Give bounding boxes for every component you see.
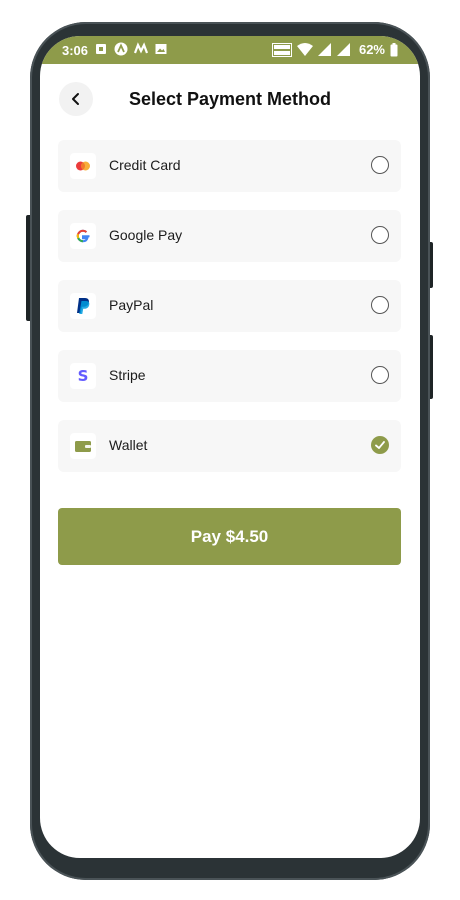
payment-method-google-pay[interactable]: Google Pay: [58, 210, 401, 262]
radio-button[interactable]: [371, 226, 389, 244]
device-stage: 3:06 62% Select Payment Method Credit Ca…: [0, 0, 460, 900]
payment-method-label: Wallet: [109, 437, 148, 453]
wifi-icon: [296, 42, 313, 56]
status-icons-left: [94, 42, 168, 56]
status-icons-right: 62%: [271, 42, 398, 57]
wallet-icon: [70, 433, 96, 459]
radio-button-selected[interactable]: [371, 436, 389, 454]
sim-icon: [96, 44, 106, 54]
app-icon-m: [134, 42, 148, 54]
signal-icon: [336, 42, 350, 56]
signal-icon: [317, 42, 331, 56]
paypal-icon: [70, 293, 96, 319]
mastercard-icon: [70, 153, 96, 179]
page-title: Select Payment Method: [128, 89, 332, 109]
status-time: 3:06: [62, 43, 89, 58]
stripe-icon: S: [70, 363, 96, 389]
screen: 3:06 62% Select Payment Method Credit Ca…: [40, 36, 420, 858]
payment-method-paypal[interactable]: PayPal: [58, 280, 401, 332]
payment-method-stripe[interactable]: S Stripe: [58, 350, 401, 402]
payment-method-credit-card[interactable]: Credit Card: [58, 140, 401, 192]
battery-percent: 62%: [358, 42, 385, 57]
payment-method-label: PayPal: [109, 297, 154, 313]
radio-button[interactable]: [371, 296, 389, 314]
radio-button[interactable]: [371, 156, 389, 174]
pay-button[interactable]: Pay $4.50: [58, 508, 401, 565]
image-icon: [155, 44, 167, 54]
battery-icon: [390, 42, 398, 56]
back-button[interactable]: [59, 82, 93, 116]
payment-method-wallet[interactable]: Wallet: [58, 420, 401, 472]
checkmark-icon: [375, 441, 385, 449]
chevron-left-icon: [72, 93, 79, 105]
radio-button[interactable]: [371, 366, 389, 384]
payment-method-label: Credit Card: [109, 157, 181, 173]
payment-method-label: Google Pay: [109, 227, 183, 243]
status-bar: 3:06 62%: [40, 36, 420, 64]
svg-text:S: S: [78, 368, 89, 384]
payment-method-label: Stripe: [109, 367, 146, 383]
app-icon-a: [114, 42, 128, 56]
google-icon: [70, 223, 96, 249]
volte-icon: [271, 42, 292, 57]
